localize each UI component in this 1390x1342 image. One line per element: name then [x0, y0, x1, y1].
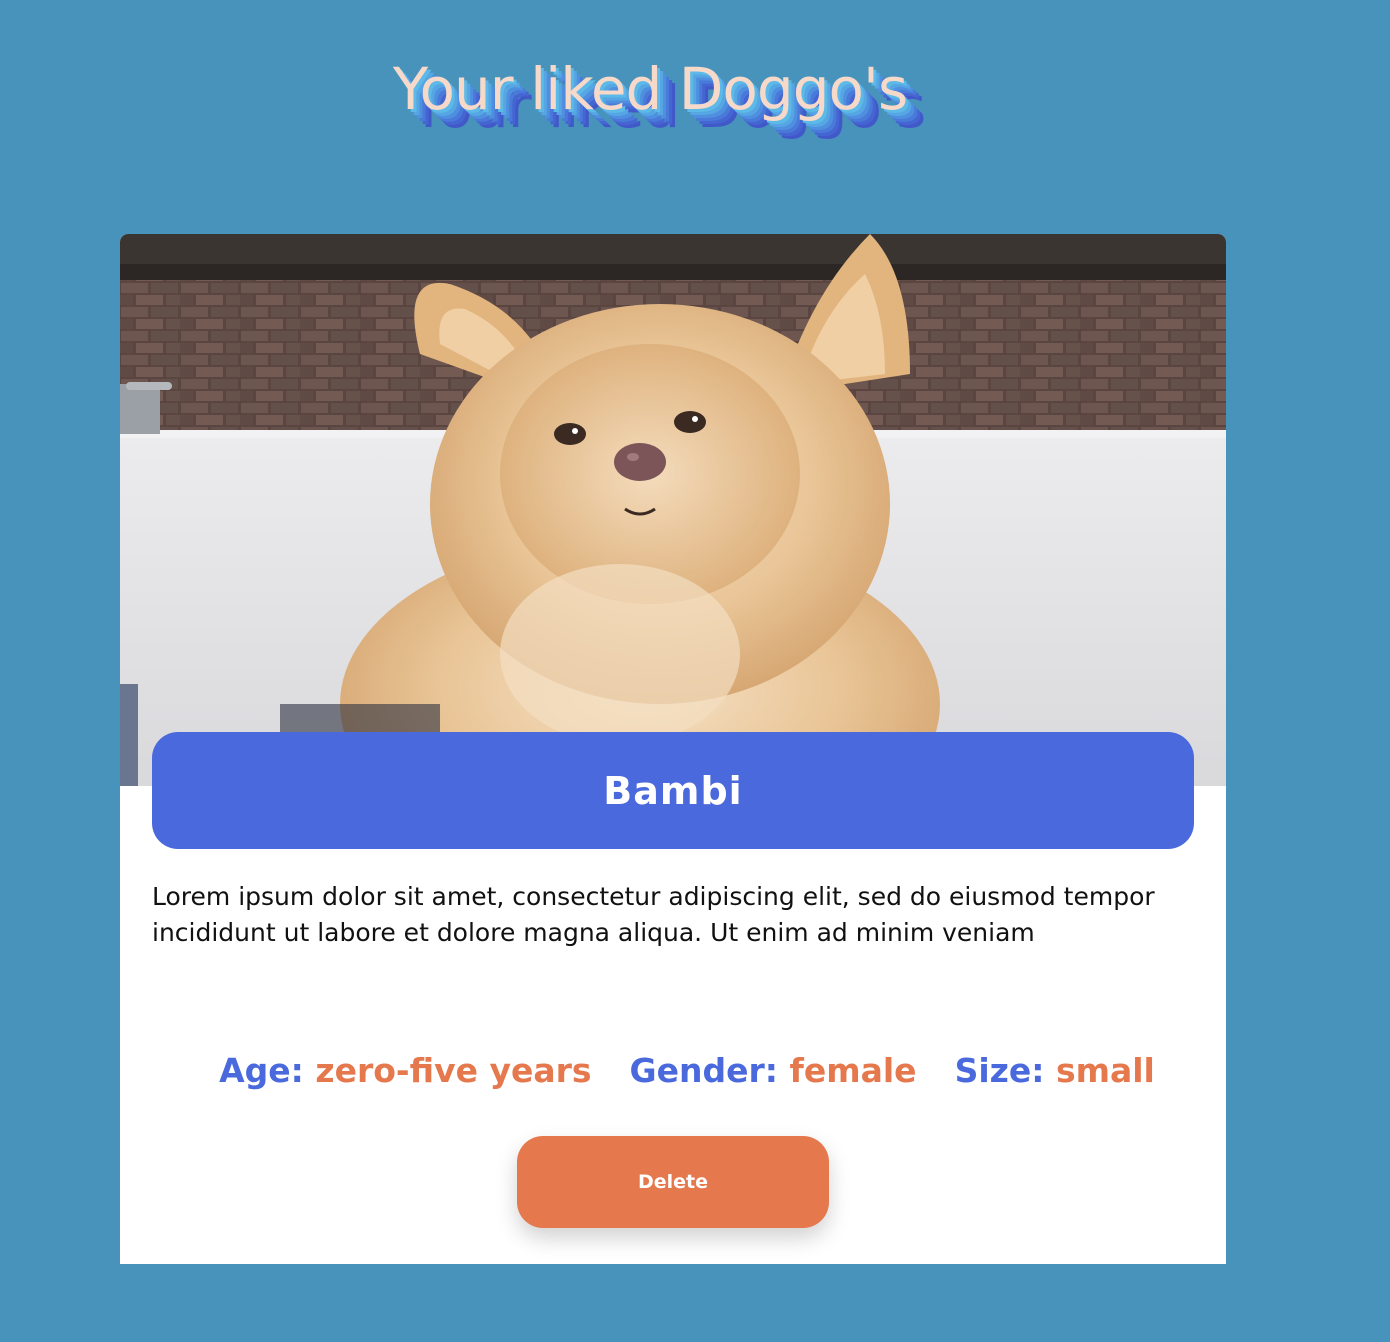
- attribute-value: zero-five years: [315, 1051, 592, 1090]
- dog-name: Bambi: [603, 768, 743, 813]
- attribute-label: Size:: [954, 1051, 1045, 1090]
- attribute-gender: Gender: female: [630, 1051, 917, 1090]
- dog-photo: [120, 234, 1226, 786]
- page-title: Your liked Doggo's: [392, 55, 908, 123]
- dog-card: Bambi Lorem ipsum dolor sit amet, consec…: [120, 234, 1226, 1264]
- delete-button[interactable]: Delete: [517, 1136, 829, 1228]
- dog-attributes: Age: zero-five years Gender: female Size…: [120, 1051, 1226, 1090]
- attribute-size: Size: small: [955, 1051, 1155, 1090]
- attribute-value: small: [1055, 1051, 1155, 1090]
- attribute-label: Gender:: [629, 1051, 778, 1090]
- dog-photo-image: [120, 234, 1226, 786]
- attribute-value: female: [789, 1051, 917, 1090]
- dog-description: Lorem ipsum dolor sit amet, consectetur …: [152, 882, 1155, 947]
- attribute-age: Age: zero-five years: [219, 1051, 591, 1090]
- attribute-label: Age:: [219, 1051, 304, 1090]
- dog-name-banner: Bambi: [152, 732, 1194, 849]
